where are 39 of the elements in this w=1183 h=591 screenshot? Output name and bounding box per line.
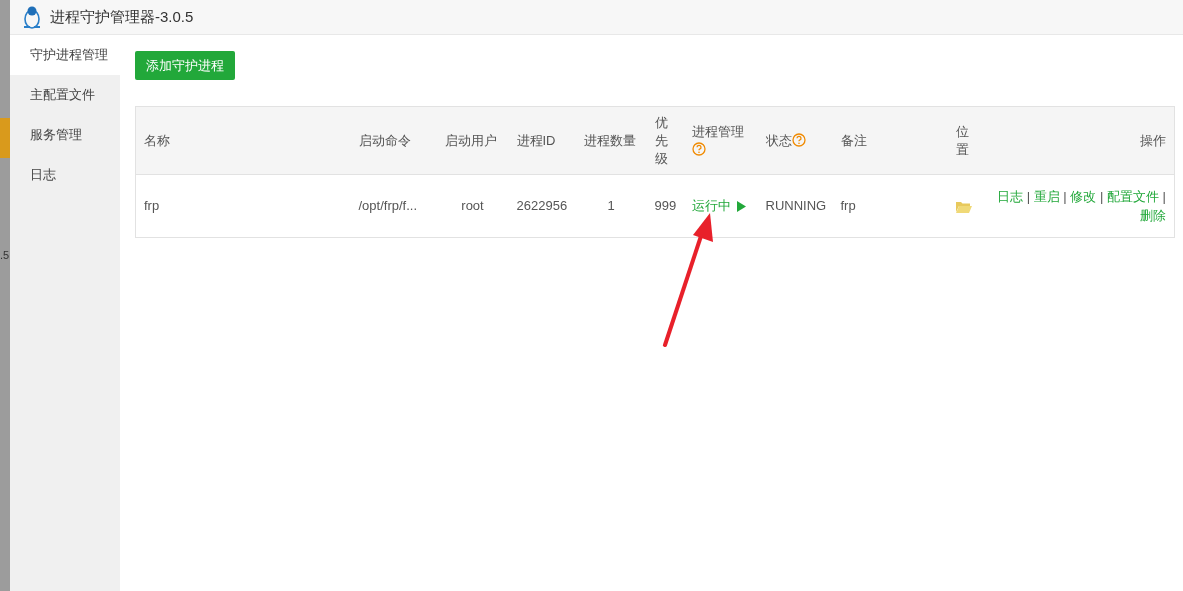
table-cell: root [461, 198, 484, 214]
action-link[interactable]: 删除 [1140, 208, 1166, 223]
table-cell: 2622956 [516, 198, 568, 214]
column-header: 操作 [1140, 132, 1166, 148]
column-header: 名称 [144, 132, 170, 148]
add-process-button[interactable]: 添加守护进程 [135, 51, 235, 80]
action-link[interactable]: 日志 [997, 189, 1024, 204]
column-header: 备注 [840, 132, 867, 148]
table-cell: 1 [607, 198, 615, 214]
column-header: 进程管理 [691, 123, 744, 139]
folder-icon[interactable] [955, 200, 972, 213]
help-icon[interactable] [791, 132, 806, 147]
separator: | [1162, 189, 1166, 204]
banner-fragment [0, 118, 10, 158]
column-header: 进程ID [516, 132, 556, 148]
window-title: 进程守护管理器-3.0.5 [50, 6, 194, 27]
column-header: 优先级 [654, 114, 668, 166]
table-cell: /opt/frp/f... [358, 198, 418, 214]
table-cell: frp [144, 198, 160, 214]
column-header: 状态 [765, 132, 792, 148]
column-header: 进程数量 [583, 132, 636, 148]
column-header: 启动命令 [358, 132, 411, 148]
column-header: 启动用户 [444, 132, 497, 148]
background-text: .5 [0, 250, 10, 261]
action-link[interactable]: 重启 [1033, 189, 1060, 204]
separator: | [1063, 189, 1067, 204]
run-status-button[interactable]: 运行中 [691, 196, 746, 216]
table-cell: 999 [654, 198, 677, 214]
table-cell: RUNNING [765, 198, 827, 214]
penguin-icon [22, 5, 42, 29]
separator: | [1099, 189, 1104, 204]
column-header: 位置 [955, 123, 969, 157]
action-link[interactable]: 修改 [1070, 189, 1097, 204]
help-icon[interactable] [691, 141, 706, 156]
action-link[interactable]: 配置文件 [1107, 189, 1159, 204]
table-cell: frp [840, 198, 856, 214]
separator: | [1026, 189, 1031, 204]
sidebar-item[interactable]: 守护进程管理 [10, 35, 120, 75]
play-icon [736, 200, 746, 212]
